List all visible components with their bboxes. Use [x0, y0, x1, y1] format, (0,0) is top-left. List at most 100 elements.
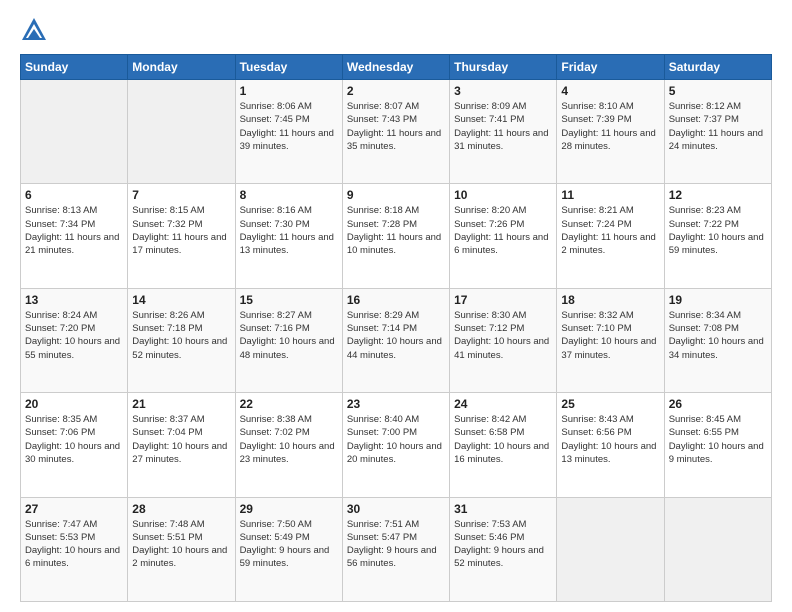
day-number: 13 — [25, 293, 123, 307]
day-number: 9 — [347, 188, 445, 202]
day-number: 26 — [669, 397, 767, 411]
calendar-cell: 6 Sunrise: 8:13 AM Sunset: 7:34 PM Daylig… — [21, 184, 128, 288]
day-info: Sunrise: 8:20 AM Sunset: 7:26 PM Dayligh… — [454, 204, 552, 257]
day-number: 3 — [454, 84, 552, 98]
day-info: Sunrise: 8:35 AM Sunset: 7:06 PM Dayligh… — [25, 413, 123, 466]
day-header-monday: Monday — [128, 55, 235, 80]
calendar-cell: 17 Sunrise: 8:30 AM Sunset: 7:12 PM Dayli… — [450, 288, 557, 392]
day-header-wednesday: Wednesday — [342, 55, 449, 80]
calendar-cell: 30 Sunrise: 7:51 AM Sunset: 5:47 PM Dayli… — [342, 497, 449, 601]
day-number: 30 — [347, 502, 445, 516]
day-number: 7 — [132, 188, 230, 202]
day-header-tuesday: Tuesday — [235, 55, 342, 80]
day-info: Sunrise: 8:12 AM Sunset: 7:37 PM Dayligh… — [669, 100, 767, 153]
day-info: Sunrise: 8:16 AM Sunset: 7:30 PM Dayligh… — [240, 204, 338, 257]
day-info: Sunrise: 8:34 AM Sunset: 7:08 PM Dayligh… — [669, 309, 767, 362]
page: SundayMondayTuesdayWednesdayThursdayFrid… — [0, 0, 792, 612]
logo — [20, 16, 52, 44]
calendar-cell: 23Sunrise: 8:40 AM Sunset: 7:00 PM Dayli… — [342, 393, 449, 497]
day-number: 23 — [347, 397, 445, 411]
day-info: Sunrise: 7:50 AM Sunset: 5:49 PM Dayligh… — [240, 518, 338, 571]
day-number: 11 — [561, 188, 659, 202]
day-info: Sunrise: 8:27 AM Sunset: 7:16 PM Dayligh… — [240, 309, 338, 362]
day-info: Sunrise: 8:13 AM Sunset: 7:34 PM Dayligh… — [25, 204, 123, 257]
calendar-cell: 22 Sunrise: 8:38 AM Sunset: 7:02 PM Dayli… — [235, 393, 342, 497]
day-info: Sunrise: 8:42 AM Sunset: 6:58 PM Dayligh… — [454, 413, 552, 466]
calendar-cell: 25Sunrise: 8:43 AM Sunset: 6:56 PM Dayli… — [557, 393, 664, 497]
calendar-cell: 15 Sunrise: 8:27 AM Sunset: 7:16 PM Dayli… — [235, 288, 342, 392]
calendar-cell: 7Sunrise: 8:15 AM Sunset: 7:32 PM Daylig… — [128, 184, 235, 288]
calendar-cell: 9 Sunrise: 8:18 AM Sunset: 7:28 PM Daylig… — [342, 184, 449, 288]
calendar-cell: 10 Sunrise: 8:20 AM Sunset: 7:26 PM Dayli… — [450, 184, 557, 288]
calendar-cell: 2Sunrise: 8:07 AM Sunset: 7:43 PM Daylig… — [342, 80, 449, 184]
calendar-cell: 28Sunrise: 7:48 AM Sunset: 5:51 PM Dayli… — [128, 497, 235, 601]
day-info: Sunrise: 8:37 AM Sunset: 7:04 PM Dayligh… — [132, 413, 230, 466]
day-info: Sunrise: 8:38 AM Sunset: 7:02 PM Dayligh… — [240, 413, 338, 466]
calendar-table: SundayMondayTuesdayWednesdayThursdayFrid… — [20, 54, 772, 602]
calendar-cell: 18 Sunrise: 8:32 AM Sunset: 7:10 PM Dayli… — [557, 288, 664, 392]
day-info: Sunrise: 8:32 AM Sunset: 7:10 PM Dayligh… — [561, 309, 659, 362]
day-info: Sunrise: 7:47 AM Sunset: 5:53 PM Dayligh… — [25, 518, 123, 571]
day-number: 5 — [669, 84, 767, 98]
day-number: 12 — [669, 188, 767, 202]
calendar-cell: 8 Sunrise: 8:16 AM Sunset: 7:30 PM Daylig… — [235, 184, 342, 288]
day-info: Sunrise: 8:10 AM Sunset: 7:39 PM Dayligh… — [561, 100, 659, 153]
week-row-4: 27 Sunrise: 7:47 AM Sunset: 5:53 PM Dayli… — [21, 497, 772, 601]
week-row-1: 6 Sunrise: 8:13 AM Sunset: 7:34 PM Daylig… — [21, 184, 772, 288]
day-number: 19 — [669, 293, 767, 307]
calendar-cell: 21 Sunrise: 8:37 AM Sunset: 7:04 PM Dayli… — [128, 393, 235, 497]
day-number: 31 — [454, 502, 552, 516]
day-info: Sunrise: 8:29 AM Sunset: 7:14 PM Dayligh… — [347, 309, 445, 362]
day-number: 16 — [347, 293, 445, 307]
day-number: 2 — [347, 84, 445, 98]
day-number: 25 — [561, 397, 659, 411]
calendar-cell: 19 Sunrise: 8:34 AM Sunset: 7:08 PM Dayli… — [664, 288, 771, 392]
calendar-cell: 26 Sunrise: 8:45 AM Sunset: 6:55 PM Dayli… — [664, 393, 771, 497]
day-info: Sunrise: 7:53 AM Sunset: 5:46 PM Dayligh… — [454, 518, 552, 571]
day-header-sunday: Sunday — [21, 55, 128, 80]
calendar-cell — [128, 80, 235, 184]
calendar-cell: 31 Sunrise: 7:53 AM Sunset: 5:46 PM Dayli… — [450, 497, 557, 601]
day-info: Sunrise: 8:23 AM Sunset: 7:22 PM Dayligh… — [669, 204, 767, 257]
day-info: Sunrise: 8:18 AM Sunset: 7:28 PM Dayligh… — [347, 204, 445, 257]
day-number: 6 — [25, 188, 123, 202]
calendar-cell: 11 Sunrise: 8:21 AM Sunset: 7:24 PM Dayli… — [557, 184, 664, 288]
week-row-3: 20 Sunrise: 8:35 AM Sunset: 7:06 PM Dayli… — [21, 393, 772, 497]
calendar-cell: 13 Sunrise: 8:24 AM Sunset: 7:20 PM Dayli… — [21, 288, 128, 392]
calendar-cell: 3 Sunrise: 8:09 AM Sunset: 7:41 PM Daylig… — [450, 80, 557, 184]
day-number: 10 — [454, 188, 552, 202]
day-number: 29 — [240, 502, 338, 516]
calendar-cell — [557, 497, 664, 601]
day-header-row: SundayMondayTuesdayWednesdayThursdayFrid… — [21, 55, 772, 80]
day-number: 14 — [132, 293, 230, 307]
calendar-cell — [21, 80, 128, 184]
logo-icon — [20, 16, 48, 44]
day-number: 22 — [240, 397, 338, 411]
day-number: 4 — [561, 84, 659, 98]
day-info: Sunrise: 8:06 AM Sunset: 7:45 PM Dayligh… — [240, 100, 338, 153]
day-info: Sunrise: 8:09 AM Sunset: 7:41 PM Dayligh… — [454, 100, 552, 153]
day-header-saturday: Saturday — [664, 55, 771, 80]
day-info: Sunrise: 8:24 AM Sunset: 7:20 PM Dayligh… — [25, 309, 123, 362]
calendar-cell: 24 Sunrise: 8:42 AM Sunset: 6:58 PM Dayli… — [450, 393, 557, 497]
day-info: Sunrise: 8:30 AM Sunset: 7:12 PM Dayligh… — [454, 309, 552, 362]
day-number: 20 — [25, 397, 123, 411]
day-info: Sunrise: 8:21 AM Sunset: 7:24 PM Dayligh… — [561, 204, 659, 257]
day-number: 18 — [561, 293, 659, 307]
calendar-cell: 5 Sunrise: 8:12 AM Sunset: 7:37 PM Daylig… — [664, 80, 771, 184]
day-number: 17 — [454, 293, 552, 307]
day-number: 27 — [25, 502, 123, 516]
day-number: 8 — [240, 188, 338, 202]
day-info: Sunrise: 7:48 AM Sunset: 5:51 PM Dayligh… — [132, 518, 230, 571]
day-info: Sunrise: 8:45 AM Sunset: 6:55 PM Dayligh… — [669, 413, 767, 466]
calendar-cell: 16 Sunrise: 8:29 AM Sunset: 7:14 PM Dayli… — [342, 288, 449, 392]
week-row-0: 1Sunrise: 8:06 AM Sunset: 7:45 PM Daylig… — [21, 80, 772, 184]
calendar-cell: 20 Sunrise: 8:35 AM Sunset: 7:06 PM Dayli… — [21, 393, 128, 497]
day-info: Sunrise: 7:51 AM Sunset: 5:47 PM Dayligh… — [347, 518, 445, 571]
day-number: 24 — [454, 397, 552, 411]
day-number: 15 — [240, 293, 338, 307]
day-number: 21 — [132, 397, 230, 411]
calendar-cell: 29 Sunrise: 7:50 AM Sunset: 5:49 PM Dayli… — [235, 497, 342, 601]
calendar-header: SundayMondayTuesdayWednesdayThursdayFrid… — [21, 55, 772, 80]
day-header-thursday: Thursday — [450, 55, 557, 80]
